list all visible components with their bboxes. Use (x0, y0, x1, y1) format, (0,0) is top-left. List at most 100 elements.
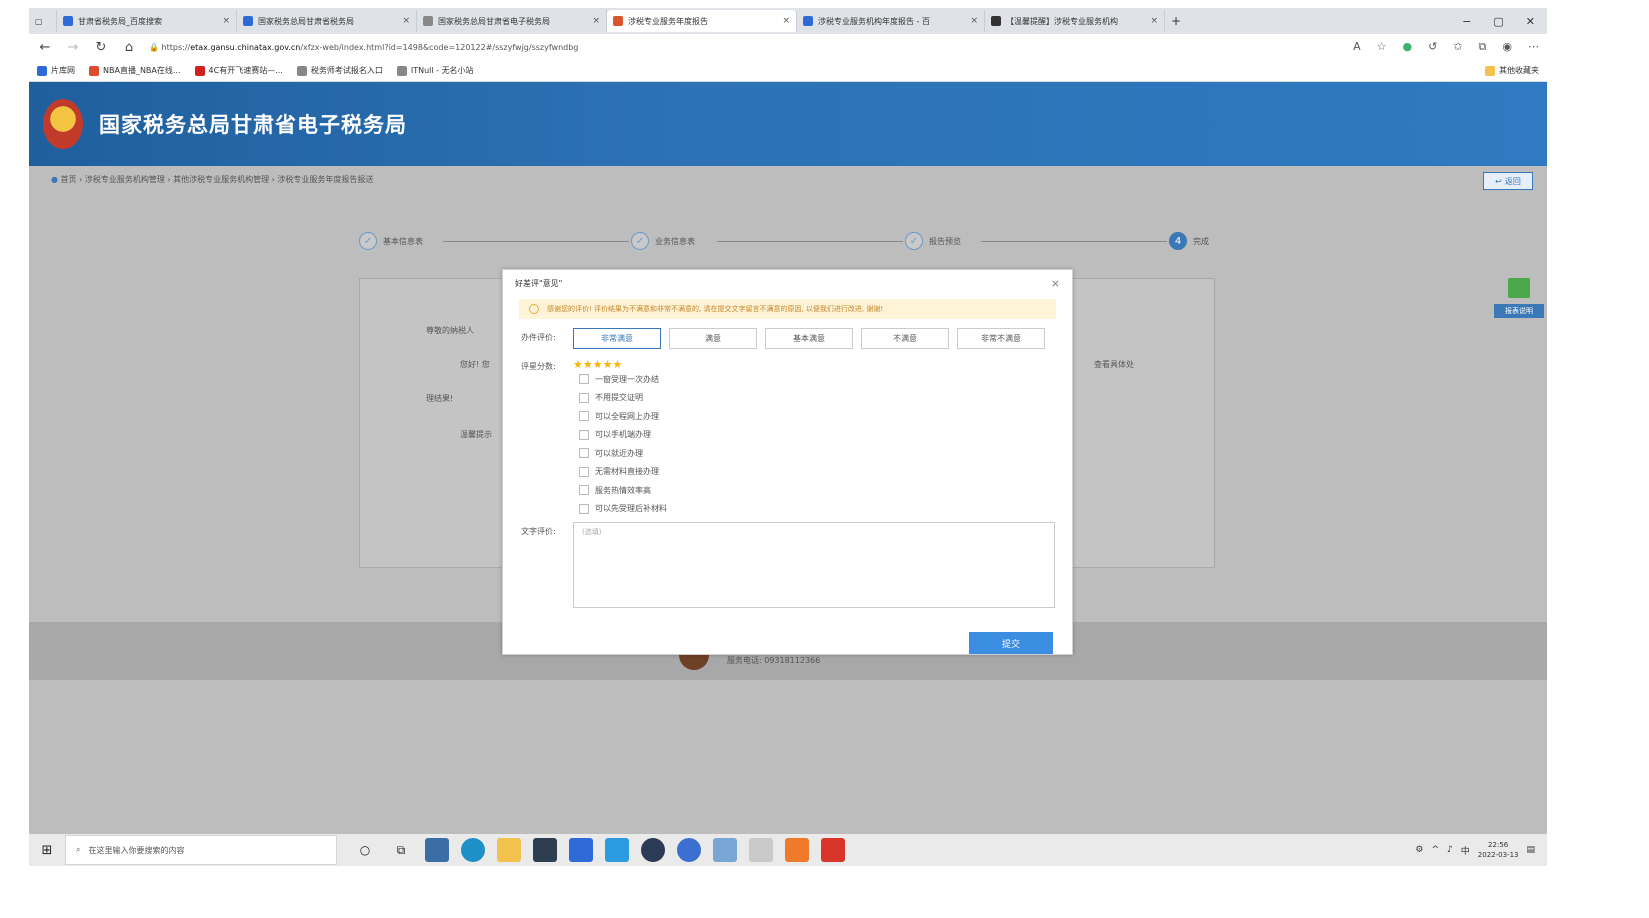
checkbox[interactable] (579, 411, 589, 422)
submit-button[interactable]: 提交 (969, 632, 1053, 654)
checkbox[interactable] (579, 374, 589, 385)
favorite-icon[interactable]: ☆ (1377, 40, 1387, 54)
edge-icon[interactable] (461, 838, 485, 862)
panel-message-end: 理结果! (426, 394, 454, 403)
wechat-icon[interactable] (785, 838, 809, 862)
taskbar-search[interactable]: ⌕ 在这里输入你要搜索的内容 (65, 835, 337, 865)
breadcrumb[interactable]: ● 首页 › 涉税专业服务机构管理 › 其他涉税专业服务机构管理 › 涉税专业服… (51, 174, 373, 185)
read-aloud-icon[interactable]: A (1353, 40, 1361, 54)
checkbox[interactable] (579, 392, 589, 403)
browser-tab[interactable]: 涉税专业服务机构年度报告 - 百 × (797, 10, 985, 32)
close-tab-icon[interactable]: × (776, 16, 790, 26)
reason-checkbox[interactable]: 可以全程网上办理 (579, 407, 1072, 426)
collections-icon[interactable]: ⧉ (1479, 40, 1487, 54)
back-button-label: 返回 (1504, 176, 1521, 186)
bookmark-item[interactable]: ITNull - 无名小站 (396, 65, 474, 76)
url-field[interactable]: 🔒 https://etax.gansu.chinatax.gov.cn/xfz… (149, 43, 1341, 52)
checkbox[interactable] (579, 466, 589, 477)
checkbox[interactable] (579, 429, 589, 440)
checkbox[interactable] (579, 448, 589, 459)
bookmark-item[interactable]: 税务师考试报名入口 (296, 65, 383, 76)
checkbox[interactable] (579, 503, 589, 514)
close-tab-icon[interactable]: × (216, 16, 230, 26)
refresh-ext-icon[interactable]: ↺ (1428, 40, 1437, 54)
windows-start-icon[interactable]: ⊞ (29, 843, 65, 858)
rating-option[interactable]: 基本满意 (765, 328, 853, 349)
screen: ▢ 甘肃省税务局_百度搜索 × 国家税务总局甘肃省税务局 × 国家税务总局甘肃省电子税务… (29, 8, 1547, 866)
tool-icon[interactable] (713, 838, 737, 862)
app-icon[interactable] (533, 838, 557, 862)
extension-icon[interactable]: ● (1402, 40, 1412, 54)
refresh-icon[interactable]: ↻ (93, 40, 109, 55)
browser-tab[interactable]: 国家税务总局甘肃省税务局 × (237, 10, 417, 32)
browser-tab[interactable]: 【温馨提醒】涉税专业服务机构 × (985, 10, 1165, 32)
bookmarks-bar: 片库网 NBA直播_NBA在线... 4C有开飞速赛站—... 税务师考试报名入口 IT… (29, 60, 1547, 82)
close-window-icon[interactable]: ✕ (1526, 15, 1535, 28)
favorites-icon[interactable]: ✩ (1453, 40, 1462, 54)
back-button[interactable]: ↩ 返回 (1483, 172, 1533, 190)
browser-tab[interactable]: 甘肃省税务局_百度搜索 × (57, 10, 237, 32)
profile-icon[interactable]: ◉ (1502, 40, 1512, 54)
location-icon: ● (51, 175, 58, 184)
chevron-up-icon[interactable]: ^ (1431, 845, 1439, 855)
reason-checkbox[interactable]: 可以就近办理 (579, 444, 1072, 463)
reason-checkbox[interactable]: 服务热情效率高 (579, 481, 1072, 500)
back-icon[interactable]: ← (37, 40, 53, 55)
reason-checkbox[interactable]: 一窗受理一次办结 (579, 370, 1072, 389)
browser-tab[interactable]: 国家税务总局甘肃省电子税务局 × (417, 10, 607, 32)
rating-row: 办件评价: 非常满意 满意 基本满意 不满意 非常不满意 (521, 328, 1072, 349)
report-help-widget[interactable]: 报表说明 (1494, 278, 1544, 324)
browser-app-icon[interactable] (677, 838, 701, 862)
other-bookmarks[interactable]: 其他收藏夹 (1485, 65, 1539, 76)
rating-option[interactable]: 非常不满意 (957, 328, 1045, 349)
bookmark-item[interactable]: 4C有开飞速赛站—... (194, 65, 283, 76)
minimize-icon[interactable]: − (1462, 15, 1471, 28)
mail-icon[interactable] (569, 838, 593, 862)
rating-option[interactable]: 不满意 (861, 328, 949, 349)
volume-icon[interactable]: ♪ (1447, 845, 1453, 855)
reason-checkbox[interactable]: 无需材料直接办理 (579, 463, 1072, 482)
clock[interactable]: 22:56 2022-03-13 (1478, 840, 1519, 860)
cortana-icon[interactable]: ○ (353, 838, 377, 862)
reason-checkbox[interactable]: 可以先受理后补材料 (579, 500, 1072, 519)
favicon-icon (613, 16, 623, 26)
browser-tab[interactable]: 涉税专业服务年度报告 × (607, 10, 797, 32)
document-app-icon[interactable] (749, 838, 773, 862)
close-tab-icon[interactable]: × (396, 16, 410, 26)
maximize-icon[interactable]: ▢ (1493, 15, 1503, 28)
more-icon[interactable]: ⋯ (1528, 40, 1539, 54)
step-label: 报告预览 (929, 236, 961, 246)
close-tab-icon[interactable]: × (1144, 16, 1158, 26)
task-view-icon[interactable]: ⧉ (389, 838, 413, 862)
footer-phone: 服务电话: 09318112366 (727, 656, 821, 665)
text-comment-input[interactable]: (选填) (573, 522, 1055, 608)
checkbox[interactable] (579, 485, 589, 496)
home-icon[interactable]: ⌂ (121, 40, 137, 55)
step-report-preview: ✓ 报告预览 (905, 232, 961, 250)
panel-greeting: 尊敬的纳税人 (426, 326, 474, 335)
network-icon[interactable]: ⚙ (1415, 845, 1423, 855)
steam-icon[interactable] (641, 838, 665, 862)
bookmark-item[interactable]: 片库网 (37, 65, 75, 76)
bookmark-item[interactable]: NBA直播_NBA在线... (89, 65, 181, 76)
input-method-indicator[interactable]: 中 (1461, 844, 1470, 857)
rating-option[interactable]: 满意 (669, 328, 757, 349)
clock-date: 2022-03-13 (1477, 851, 1519, 859)
close-icon[interactable]: × (1051, 277, 1060, 290)
forward-icon[interactable]: → (65, 40, 81, 55)
star-rating[interactable]: ★★★★★ (573, 357, 622, 371)
reason-checkbox[interactable]: 可以手机端办理 (579, 426, 1072, 445)
notification-icon[interactable]: ▤ (1526, 845, 1535, 855)
rating-option[interactable]: 非常满意 (573, 328, 661, 349)
tab-actions-icon[interactable]: ▢ (29, 10, 57, 32)
new-tab-button[interactable]: + (1165, 10, 1187, 32)
close-tab-icon[interactable]: × (964, 16, 978, 26)
player-icon[interactable] (605, 838, 629, 862)
text-comment-label: 文字评价: (521, 527, 556, 536)
wps-icon[interactable] (821, 838, 845, 862)
store-icon[interactable] (425, 838, 449, 862)
file-explorer-icon[interactable] (497, 838, 521, 862)
close-tab-icon[interactable]: × (586, 16, 600, 26)
reason-checkbox[interactable]: 不用提交证明 (579, 389, 1072, 408)
progress-steps: ✓ 基本信息表 ✓ 业务信息表 ✓ 报告预览 4 完成 (359, 232, 1219, 252)
